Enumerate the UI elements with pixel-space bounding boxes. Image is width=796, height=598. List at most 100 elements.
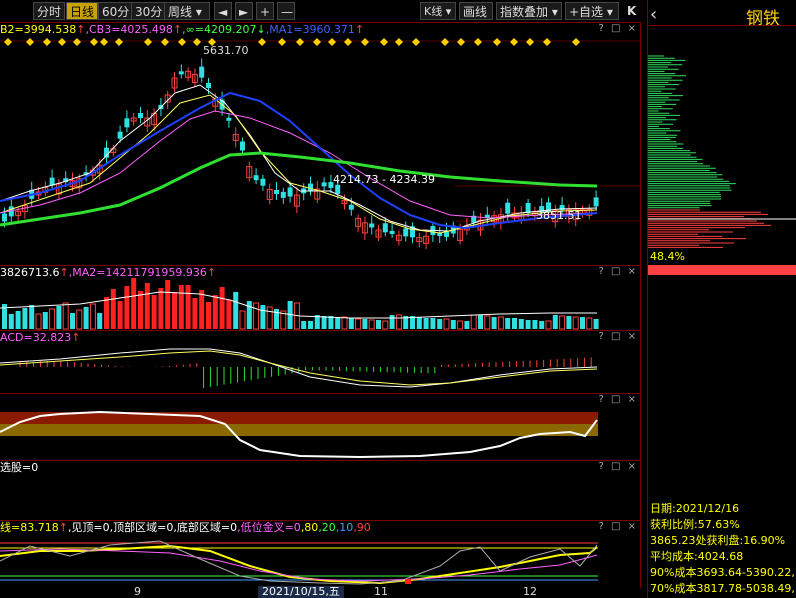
- volume-bar-down: [97, 313, 103, 329]
- oscillator-panel[interactable]: 线=83.718↑,见顶=0,顶部区域=0,底部区域=0,低位金叉=0,80,2…: [0, 520, 640, 587]
- volume-bar-up: [131, 278, 137, 329]
- signal-diamond: [457, 38, 465, 46]
- toolbar: 分时 日线 60分 30分 周线 ▾ ◄ ► + — K线 ▾ 画线 指数叠加 …: [0, 0, 646, 22]
- volume-bar-up: [185, 285, 191, 329]
- back-button[interactable]: ‹: [650, 4, 657, 25]
- period-tab-intraday[interactable]: 分时: [33, 2, 66, 20]
- oscillator-chart[interactable]: [0, 521, 640, 587]
- volume-bar-down: [301, 321, 307, 329]
- index-overlay-dropdown[interactable]: 指数叠加 ▾: [496, 2, 562, 20]
- volume-bar-up: [104, 297, 109, 329]
- date-tick: 9: [134, 585, 141, 598]
- volume-bar-up: [586, 317, 593, 330]
- stock-selection-panel[interactable]: 选股=0 ? □ ×: [0, 460, 640, 521]
- volume-bar-up: [178, 285, 184, 329]
- volume-bar-up: [341, 316, 348, 330]
- volume-bar-down: [22, 308, 28, 329]
- zoom-out-button[interactable]: —: [277, 2, 295, 20]
- volume-bar-up: [117, 301, 123, 329]
- draw-line-button[interactable]: 画线: [459, 2, 493, 20]
- volume-bar-down: [42, 312, 48, 329]
- signal-diamond: [313, 38, 321, 46]
- candle-down: [274, 190, 279, 194]
- candlestick-panel[interactable]: B2=3994.538↑,CB3=4025.498↑,∞=4209.207↓,M…: [0, 22, 640, 266]
- candle-down: [2, 213, 7, 222]
- scroll-left-button[interactable]: ◄: [214, 2, 232, 20]
- macd-panel[interactable]: ACD=32.823↑ ? □ ×: [0, 330, 640, 394]
- date-tick: 11: [374, 585, 388, 598]
- band-indicator-chart[interactable]: [0, 394, 640, 461]
- volume-bar-up: [484, 315, 491, 330]
- candle-down: [382, 223, 388, 233]
- volume-bar-up: [138, 291, 143, 329]
- period-tab-30min[interactable]: 30分: [131, 2, 167, 20]
- volume-bar-up: [382, 320, 389, 330]
- period-tab-60min[interactable]: 60分: [98, 2, 134, 20]
- chip-percent: 48.4%: [650, 250, 685, 263]
- candle-down: [226, 117, 232, 121]
- average-cost: 平均成本:4024.68: [650, 550, 744, 563]
- volume-panel[interactable]: 3826713.6↑,MA2=14211791959.936↑ ? □ ×: [0, 265, 640, 331]
- band-indicator-panel[interactable]: ? □ ×: [0, 393, 640, 461]
- profit-ratio: 获利比例:57.63%: [650, 518, 740, 531]
- signal-diamond: [161, 38, 169, 46]
- high-price-label: 5631.70: [203, 44, 249, 57]
- signal-diamond: [144, 38, 152, 46]
- macd-chart[interactable]: [0, 331, 640, 394]
- middle-zone: [0, 424, 598, 436]
- signal-diamond: [43, 38, 51, 46]
- volume-bar-up: [443, 318, 450, 330]
- panel-controls[interactable]: ? □ ×: [599, 461, 639, 472]
- volume-bar-up: [497, 316, 504, 330]
- volume-bar-down: [430, 318, 436, 329]
- volume-bar-down: [566, 316, 572, 329]
- upper-zone: [0, 412, 598, 424]
- candlestick-chart[interactable]: 5631.70 4214.73 - 4234.39 3851.51: [0, 23, 640, 266]
- volume-bar-up: [206, 302, 211, 329]
- candle-down: [253, 175, 259, 181]
- volume-bar-up: [192, 298, 198, 329]
- scroll-right-button[interactable]: ►: [235, 2, 253, 20]
- candle-down: [280, 191, 286, 198]
- volume-bar-down: [328, 316, 334, 329]
- period-tab-daily[interactable]: 日线: [66, 2, 99, 20]
- candle-down: [199, 66, 205, 78]
- volume-bar-down: [260, 305, 266, 329]
- volume-bar-up: [545, 320, 552, 330]
- signal-diamond: [543, 38, 551, 46]
- volume-bar-up: [165, 280, 171, 329]
- plus-icon: +: [260, 5, 271, 19]
- collapse-panel-button[interactable]: K: [624, 2, 640, 20]
- candle-down: [525, 203, 531, 213]
- candle-down: [321, 182, 327, 187]
- volume-bar-down: [15, 311, 21, 329]
- candle-down: [260, 178, 266, 186]
- volume-bar-down: [552, 315, 558, 329]
- candle-down: [206, 83, 211, 88]
- volume-bar-up: [144, 283, 150, 329]
- volume-bar-up: [559, 315, 566, 330]
- candle-down: [389, 230, 395, 234]
- volume-bar-down: [423, 318, 429, 329]
- minus-icon: —: [281, 5, 293, 19]
- volume-bar-up: [457, 320, 464, 330]
- volume-bar-up: [368, 319, 375, 330]
- signal-diamond: [26, 38, 34, 46]
- volume-bar-up: [110, 289, 116, 329]
- volume-bar-up: [266, 306, 273, 330]
- volume-bar-down: [348, 318, 354, 329]
- signal-markers: [4, 38, 580, 46]
- chip-date: 日期:2021/12/16: [650, 502, 740, 515]
- volume-bar-down: [580, 317, 585, 329]
- volume-bar-up: [35, 313, 42, 330]
- arrow-right-icon: ►: [239, 5, 249, 19]
- profit-at-price: 3865.23处获利盘:16.90%: [650, 534, 786, 547]
- period-dropdown-weekly[interactable]: 周线 ▾: [164, 2, 210, 20]
- watchlist-dropdown[interactable]: +自选 ▾: [565, 2, 619, 20]
- arrow-left-icon: ◄: [218, 5, 228, 19]
- k-type-dropdown[interactable]: K线 ▾: [420, 2, 456, 20]
- candle-down: [403, 228, 409, 237]
- zoom-in-button[interactable]: +: [256, 2, 274, 20]
- volume-chart[interactable]: [0, 266, 640, 331]
- volume-bar-down: [539, 321, 545, 329]
